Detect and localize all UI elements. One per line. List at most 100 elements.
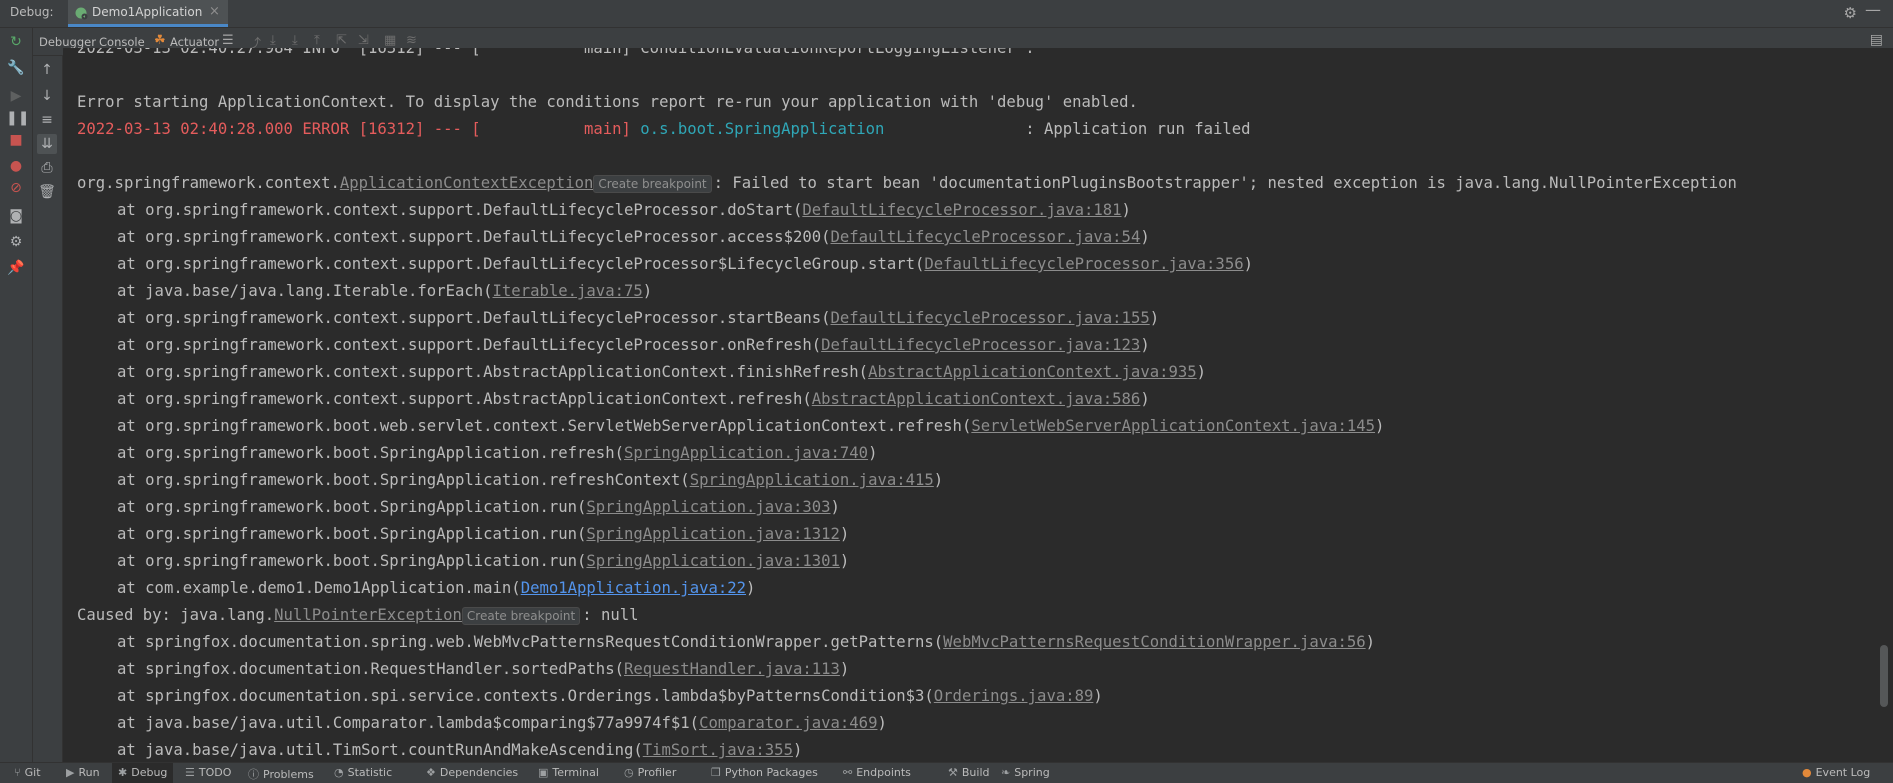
console-output[interactable]: 2022-03-13 02:40:27.984 INFO [16312] ---… (63, 48, 1875, 762)
tab-debugger[interactable]: Debugger (39, 35, 96, 49)
source-file-link[interactable]: DefaultLifecycleProcessor.java:181 (802, 201, 1121, 219)
create-breakpoint-button[interactable]: Create breakpoint (461, 606, 581, 625)
stack-frame-close: ) (839, 525, 850, 543)
minimize-icon[interactable]: — (1865, 0, 1881, 19)
source-file-link[interactable]: Iterable.java:75 (493, 282, 643, 300)
exception-line: org.springframework.context.ApplicationC… (77, 170, 1737, 196)
up-arrow-icon[interactable]: ↑ (37, 60, 57, 80)
stack-frame-close: ) (877, 714, 887, 732)
bottom-tool-window-bar: ⑂ Git ▶ Run ✱ Debug ☰ TODO ⓘ Problems ◔ Statistic ❖ D… (0, 762, 1893, 783)
source-file-link[interactable]: SpringApplication.java:1301 (586, 552, 839, 570)
source-file-link[interactable]: DefaultLifecycleProcessor.java:356 (924, 255, 1243, 273)
toolwindow-spring[interactable]: ❧ Spring (1001, 766, 1050, 779)
tab-actuator[interactable]: Actuator (170, 35, 219, 49)
toolwindow-dependencies[interactable]: ❖ Dependencies (426, 766, 518, 779)
layout-icon[interactable]: ▤ (1870, 32, 1883, 48)
evaluate-expression-icon[interactable]: ▦ (384, 33, 396, 48)
exception-package: org.springframework.context. (77, 174, 340, 192)
toolwindow-endpoints[interactable]: ⚯ Endpoints (843, 766, 911, 779)
console-scrollbar[interactable] (1875, 48, 1893, 762)
source-file-link[interactable]: Orderings.java:89 (934, 687, 1094, 705)
scroll-to-end-icon[interactable]: ⇊ (37, 134, 57, 154)
stack-frame-close: ) (642, 282, 653, 300)
source-file-link[interactable]: DefaultLifecycleProcessor.java:155 (831, 309, 1150, 327)
step-over-icon[interactable]: ⤓ (270, 33, 276, 48)
toolwindow-label: Terminal (552, 766, 599, 779)
toolwindow-python-packages[interactable]: ❒ Python Packages (711, 766, 818, 779)
step-out-icon[interactable]: ⇱ (336, 33, 347, 48)
stack-frame-line: at org.springframework.context.support.D… (77, 332, 1150, 358)
exception-line: Caused by: java.lang.NullPointerExceptio… (77, 602, 639, 628)
view-breakpoints-icon[interactable]: ● (6, 156, 26, 176)
event-log-button[interactable]: ● Event Log (1802, 766, 1870, 779)
scrollbar-thumb[interactable] (1880, 645, 1888, 707)
stack-frame-line: at java.base/java.util.TimSort.countRunA… (77, 737, 802, 762)
pin-icon[interactable]: 📌 (6, 258, 26, 278)
settings-icon[interactable]: ⚙ (6, 232, 26, 252)
toolwindow-profiler[interactable]: ◷ Profiler (624, 766, 676, 779)
source-file-link[interactable]: ServletWebServerApplicationContext.java:… (971, 417, 1375, 435)
source-file-link[interactable]: SpringApplication.java:1312 (586, 525, 839, 543)
source-file-link[interactable]: TimSort.java:355 (643, 741, 793, 759)
close-icon[interactable]: × (209, 4, 220, 19)
source-file-link[interactable]: DefaultLifecycleProcessor.java:54 (831, 228, 1141, 246)
pause-icon[interactable]: ❚❚ (6, 108, 29, 128)
toolwindow-todo[interactable]: ☰ TODO (185, 766, 231, 779)
toolwindow-git[interactable]: ⑂ Git (14, 766, 41, 779)
stack-frame-close: ) (933, 471, 944, 489)
wrench-icon[interactable]: 🔧 (6, 58, 26, 78)
stack-frame-method: at java.base/java.util.Comparator.lambda… (117, 714, 700, 732)
run-to-cursor-icon[interactable]: ⇲ (358, 33, 369, 48)
exception-class-link[interactable]: ApplicationContextException (340, 174, 593, 192)
debug-title-bar: Debug: Demo1Application × ⚙ — (0, 0, 1893, 28)
toolwindow-build[interactable]: ⚒ Build (948, 766, 990, 779)
create-breakpoint-button[interactable]: Create breakpoint (593, 174, 712, 193)
toolwindow-terminal[interactable]: ▣ Terminal (538, 766, 599, 779)
source-file-link[interactable]: SpringApplication.java:303 (586, 498, 830, 516)
camera-icon[interactable]: ◙ (6, 206, 26, 226)
toolwindow-statistic[interactable]: ◔ Statistic (334, 766, 392, 779)
console-action-strip: ↑ ↓ ≡ ⇊ ⎙ 🗑 (33, 56, 63, 762)
spring-icon: ❧ (1001, 766, 1011, 779)
branch-icon: ⑂ (14, 766, 21, 779)
source-file-link[interactable]: AbstractApplicationContext.java:935 (868, 363, 1197, 381)
rerun-icon[interactable]: ↻ (6, 32, 26, 52)
stack-frame-method: at java.base/java.util.TimSort.countRunA… (117, 741, 643, 759)
source-file-link[interactable]: WebMvcPatternsRequestConditionWrapper.ja… (943, 633, 1365, 651)
exception-message: : null (582, 606, 639, 624)
tab-demo1application[interactable]: Demo1Application × (68, 0, 228, 27)
exception-class-link[interactable]: NullPointerException (274, 606, 462, 624)
source-file-link[interactable]: SpringApplication.java:415 (690, 471, 934, 489)
source-file-link[interactable]: DefaultLifecycleProcessor.java:123 (821, 336, 1140, 354)
trash-icon[interactable]: 🗑 (37, 182, 57, 202)
source-file-link[interactable]: SpringApplication.java:740 (624, 444, 868, 462)
step-into-icon[interactable]: ⤓ (292, 33, 298, 48)
gear-icon[interactable]: ⚙ (1844, 4, 1857, 22)
source-file-link[interactable]: AbstractApplicationContext.java:586 (812, 390, 1141, 408)
menu-icon[interactable]: ☰ (222, 33, 234, 48)
stack-frame-line: at org.springframework.boot.SpringApplic… (77, 440, 877, 466)
tab-console[interactable]: Console (99, 35, 145, 49)
down-arrow-icon[interactable]: ↓ (37, 86, 57, 106)
print-icon[interactable]: ⎙ (37, 158, 57, 178)
mute-breakpoints-icon[interactable]: ⊘ (6, 178, 26, 198)
source-file-link[interactable]: RequestHandler.java:113 (624, 660, 840, 678)
debug-label: Debug: (10, 5, 54, 19)
force-step-into-icon[interactable]: ⤒ (314, 33, 320, 48)
toolwindow-debug[interactable]: ✱ Debug (112, 763, 174, 783)
source-file-link[interactable]: Demo1Application.java:22 (521, 579, 746, 597)
stack-frame-line: at org.springframework.context.support.D… (77, 251, 1253, 277)
trace-icon[interactable]: ≋ (406, 33, 417, 48)
resume-icon[interactable]: ▶ (6, 86, 26, 106)
stack-frame-line: at java.base/java.util.Comparator.lambda… (77, 710, 887, 736)
stop-icon[interactable]: ■ (6, 130, 26, 150)
toolwindow-label: TODO (198, 766, 232, 779)
soft-wrap-icon[interactable]: ≡ (37, 110, 57, 130)
exception-package: Caused by: java.lang. (77, 606, 275, 624)
toolwindow-problems[interactable]: ⓘ Problems (248, 766, 314, 782)
stack-frame-method: at org.springframework.boot.SpringApplic… (117, 552, 587, 570)
packages-icon: ❒ (711, 766, 721, 779)
source-file-link[interactable]: Comparator.java:469 (699, 714, 877, 732)
stack-frame-close: ) (830, 498, 840, 516)
toolwindow-run[interactable]: ▶ Run (66, 766, 100, 779)
